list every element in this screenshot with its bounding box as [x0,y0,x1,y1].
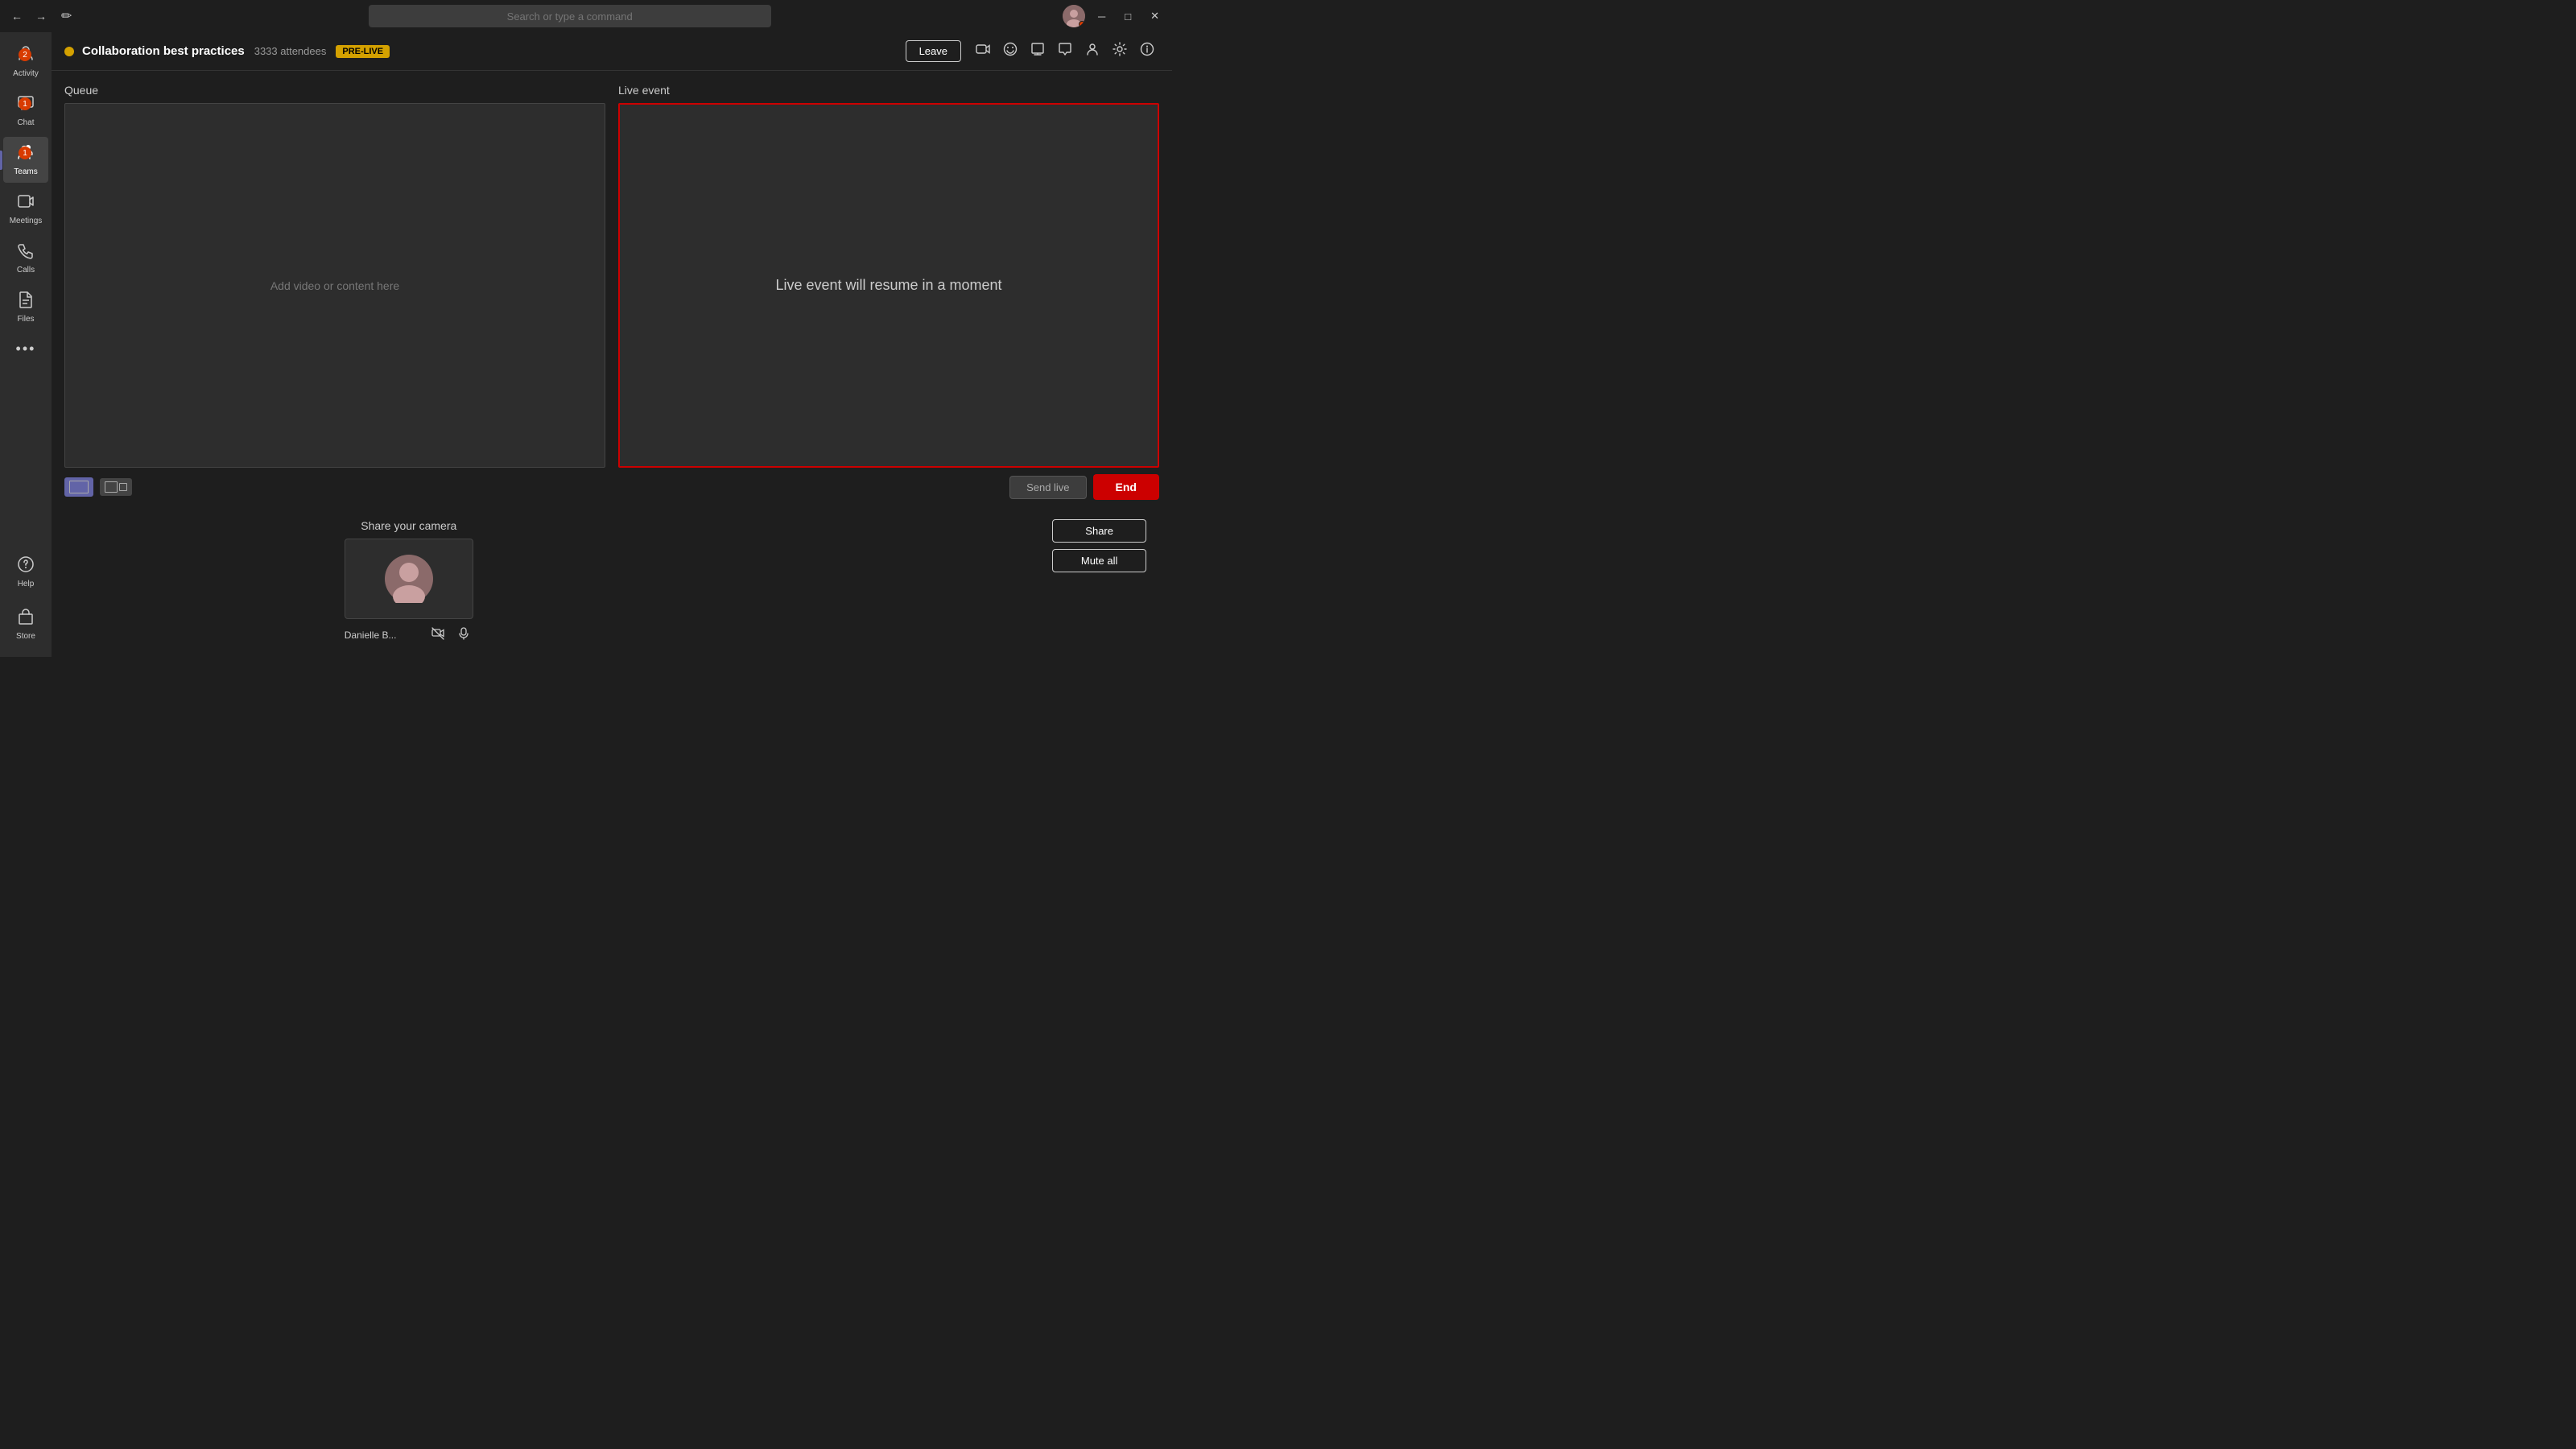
chat-icon: 1 [17,94,35,117]
queue-video-area[interactable]: Add video or content here [64,103,605,468]
settings-button[interactable] [1108,37,1132,65]
camera-action-buttons: Share Mute all [1052,519,1159,572]
close-button[interactable]: ✕ [1144,6,1166,26]
camera-mic-button[interactable] [454,625,473,644]
store-icon [17,608,35,630]
teams-badge: 1 [19,147,31,159]
nav-buttons: ← → [6,6,52,26]
main-content: Collaboration best practices 3333 attend… [52,32,1172,657]
microphone-icon [457,627,470,640]
chat-label: Chat [17,118,34,127]
live-event-title: Live event [618,84,1159,97]
sidebar-item-more[interactable]: ••• [3,333,48,365]
camera-video-toggle[interactable] [428,625,448,644]
whiteboard-icon [1030,42,1045,56]
sidebar-item-meetings[interactable]: Meetings [3,186,48,232]
titlebar: ← → ✏ ─ □ ✕ [0,0,1172,32]
more-icon: ••• [16,340,36,358]
titlebar-left: ← → ✏ [6,5,76,27]
panels-row: Queue Add video or content here Live eve… [52,71,1172,468]
calls-icon [17,242,35,264]
live-event-message: Live event will resume in a moment [775,277,1001,294]
app-layout: 2 Activity 1 Chat 1 [0,32,1172,657]
camera-section: Share your camera Danielle B... [52,506,1172,657]
sidebar-item-store[interactable]: Store [3,601,48,647]
files-icon [17,291,35,313]
event-title: Collaboration best practices [82,44,245,58]
share-button[interactable]: Share [1052,519,1146,543]
sidebar-item-teams[interactable]: 1 Teams [3,137,48,183]
chat-bubble-icon [1058,42,1072,56]
reactions-button[interactable] [998,37,1022,65]
layout-split-icon [105,481,127,493]
queue-placeholder: Add video or content here [270,279,399,292]
camera-toggle-button[interactable] [971,37,995,65]
sidebar-item-calls[interactable]: Calls [3,235,48,281]
store-label: Store [16,632,35,641]
camera-title: Share your camera [361,519,456,532]
meetings-icon [17,192,35,215]
participants-button[interactable] [1080,37,1104,65]
leave-button[interactable]: Leave [906,40,961,62]
sidebar-item-chat[interactable]: 1 Chat [3,88,48,134]
maximize-button[interactable]: □ [1118,7,1137,26]
bottom-controls: Send live End [52,468,1172,506]
meetings-label: Meetings [10,217,43,225]
settings-icon [1113,42,1127,56]
event-status-indicator [64,47,74,56]
mute-all-button[interactable]: Mute all [1052,549,1146,572]
camera-icon [976,42,990,56]
activity-label: Activity [13,69,39,78]
minimize-button[interactable]: ─ [1092,7,1112,26]
sidebar-item-activity[interactable]: 2 Activity [3,39,48,85]
info-icon [1140,42,1154,56]
forward-button[interactable]: → [31,6,52,26]
info-button[interactable] [1135,37,1159,65]
activity-badge: 2 [19,48,31,61]
live-event-panel: Live event Live event will resume in a m… [618,84,1159,468]
user-avatar[interactable] [1063,5,1085,27]
help-icon [17,555,35,578]
layout-split-button[interactable] [100,478,132,496]
files-label: Files [17,315,34,324]
participants-icon [1085,42,1100,56]
header-icons [971,37,1159,65]
search-input[interactable] [369,5,771,27]
layout-single-icon [69,481,89,493]
camera-user-avatar [385,555,433,603]
calls-label: Calls [17,266,35,275]
pre-live-badge: PRE-LIVE [336,45,390,58]
help-label: Help [18,580,35,588]
layout-single-button[interactable] [64,477,93,497]
chat-panel-button[interactable] [1053,37,1077,65]
sidebar: 2 Activity 1 Chat 1 [0,32,52,657]
chat-badge: 1 [19,97,31,110]
status-indicator [1079,21,1085,27]
send-live-button[interactable]: Send live [1009,476,1086,499]
video-off-icon [431,627,444,640]
back-button[interactable]: ← [6,6,27,26]
sidebar-item-files[interactable]: Files [3,284,48,330]
emoji-icon [1003,42,1018,56]
titlebar-right: ─ □ ✕ [1063,5,1166,27]
compose-button[interactable]: ✏ [56,5,76,27]
attendee-count: 3333 attendees [254,45,327,57]
whiteboard-button[interactable] [1026,37,1050,65]
live-event-video-area: Live event will resume in a moment [618,103,1159,468]
camera-area: Share your camera Danielle B... [345,519,473,644]
camera-preview [345,539,473,619]
queue-title: Queue [64,84,605,97]
camera-controls-row: Danielle B... [345,625,473,644]
event-header: Collaboration best practices 3333 attend… [52,32,1172,71]
sidebar-item-help[interactable]: Help [3,549,48,595]
end-button[interactable]: End [1093,474,1159,500]
camera-user-name: Danielle B... [345,630,422,641]
queue-panel: Queue Add video or content here [64,84,605,468]
activity-icon: 2 [17,45,35,68]
teams-icon: 1 [17,143,35,166]
teams-label: Teams [14,167,37,176]
